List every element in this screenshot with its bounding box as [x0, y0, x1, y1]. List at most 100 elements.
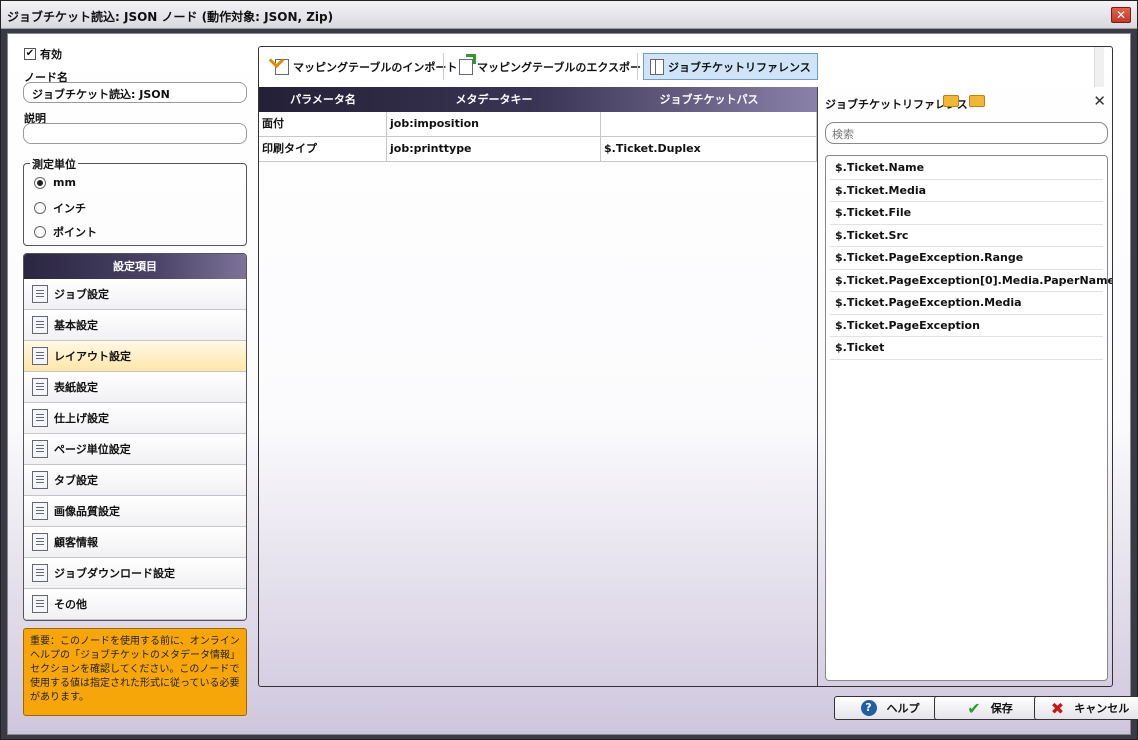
- unit-option-label: インチ: [53, 202, 86, 215]
- table-cell[interactable]: $.Ticket.Duplex: [601, 137, 817, 161]
- settings-item-download[interactable]: ジョブダウンロード設定: [24, 558, 246, 589]
- settings-item-label: タブ設定: [54, 474, 98, 487]
- table-cell[interactable]: 印刷タイプ: [259, 137, 387, 161]
- radio-button[interactable]: [34, 226, 46, 238]
- settings-item-label: その他: [54, 598, 87, 611]
- settings-item-layout[interactable]: レイアウト設定: [24, 341, 246, 372]
- ticket-reference-toggle[interactable]: ジョブチケットリファレンス: [643, 53, 818, 80]
- settings-item-label: 画像品質設定: [54, 505, 120, 518]
- unit-option-point[interactable]: ポイント: [34, 224, 97, 240]
- description-input[interactable]: [23, 123, 247, 144]
- export-mapping-label: マッピングテーブルのエクスポート: [477, 60, 653, 74]
- save-button-label: 保存: [990, 702, 1013, 715]
- list-item[interactable]: $.Ticket.Media: [830, 180, 1103, 202]
- column-header-parameter[interactable]: パラメータ名: [259, 87, 387, 112]
- cover-icon: [32, 378, 48, 396]
- settings-item-cover[interactable]: 表紙設定: [24, 372, 246, 403]
- check-icon: ✔: [967, 698, 981, 718]
- help-button[interactable]: ? ヘルプ: [834, 696, 946, 720]
- settings-item-image-quality[interactable]: 画像品質設定: [24, 496, 246, 527]
- dialog-body: ✔ 有効 ノード名 ジョブチケット読込: JSON 説明 測定単位 mm インチ…: [7, 33, 1138, 735]
- toolbar-scrollbar[interactable]: [1094, 47, 1104, 87]
- panel-icon: [650, 58, 664, 75]
- node-name-input[interactable]: ジョブチケット読込: JSON: [23, 82, 247, 103]
- unit-option-mm[interactable]: mm: [34, 176, 76, 189]
- other-icon: [32, 595, 48, 613]
- table-row[interactable]: 印刷タイプ job:printtype $.Ticket.Duplex: [259, 137, 817, 162]
- ticket-reference-label: ジョブチケットリファレンス: [668, 60, 811, 74]
- close-panel-icon[interactable]: ✕: [1093, 92, 1106, 110]
- open-folder-icon[interactable]: [943, 95, 959, 107]
- reference-list: $.Ticket.Name $.Ticket.Media $.Ticket.Fi…: [825, 155, 1112, 681]
- settings-item-page-level[interactable]: ページ単位設定: [24, 434, 246, 465]
- table-cell[interactable]: job:imposition: [387, 112, 601, 136]
- settings-item-other[interactable]: その他: [24, 589, 246, 620]
- panel-divider[interactable]: [817, 87, 818, 686]
- settings-item-customer[interactable]: 顧客情報: [24, 527, 246, 558]
- enabled-checkbox-row[interactable]: ✔ 有効: [24, 46, 62, 62]
- save-button[interactable]: ✔ 保存: [934, 696, 1046, 720]
- list-item[interactable]: $.Ticket.File: [830, 202, 1103, 225]
- list-item[interactable]: $.Ticket.PageException.Range: [830, 247, 1103, 270]
- toolbar-separator: [637, 53, 638, 80]
- close-button[interactable]: ✕: [1111, 7, 1131, 23]
- export-icon: [459, 58, 473, 75]
- settings-item-label: 基本設定: [54, 319, 98, 332]
- toolbar: マッピングテーブルのインポート マッピングテーブルのエクスポート ジョブチケット…: [259, 47, 1104, 87]
- dialog-window: ジョブチケット読込: JSON ノード (動作対象: JSON, Zip) ✕ …: [0, 0, 1138, 740]
- list-item[interactable]: $.Ticket.PageException: [830, 315, 1103, 337]
- list-item[interactable]: $.Ticket.PageException.Media: [830, 292, 1103, 315]
- settings-item-tab[interactable]: タブ設定: [24, 465, 246, 496]
- settings-item-label: 顧客情報: [54, 536, 98, 549]
- settings-item-basic[interactable]: 基本設定: [24, 310, 246, 341]
- tab-icon: [32, 471, 48, 489]
- title-bar: ジョブチケット読込: JSON ノード (動作対象: JSON, Zip) ✕: [1, 1, 1137, 29]
- settings-item-finishing[interactable]: 仕上げ設定: [24, 403, 246, 434]
- table-cell[interactable]: 面付: [259, 112, 387, 136]
- help-button-label: ヘルプ: [886, 702, 920, 715]
- download-icon: [32, 564, 48, 582]
- settings-header: 設定項目: [24, 254, 246, 279]
- import-mapping-button[interactable]: マッピングテーブルのインポート: [269, 53, 463, 80]
- table-cell[interactable]: [601, 112, 817, 136]
- document-icon: [32, 285, 48, 303]
- settings-item-label: レイアウト設定: [54, 350, 131, 363]
- list-item[interactable]: $.Ticket: [830, 337, 1103, 360]
- mapping-table: パラメータ名 メタデータキー ジョブチケットパス 面付 job:impositi…: [259, 87, 817, 162]
- measurement-unit-group: 測定単位 mm インチ ポイント: [23, 156, 247, 246]
- help-icon: ?: [860, 700, 877, 716]
- list-icon: [32, 316, 48, 334]
- mapping-panel: マッピングテーブルのインポート マッピングテーブルのエクスポート ジョブチケット…: [258, 46, 1113, 687]
- list-item[interactable]: $.Ticket.Name: [830, 157, 1103, 180]
- important-notice: 重要：このノードを使用する前に、オンラインヘルプの「ジョブチケットのメタデータ情…: [23, 628, 247, 716]
- settings-item-label: ジョブダウンロード設定: [54, 567, 175, 580]
- settings-item-job[interactable]: ジョブ設定: [24, 279, 246, 310]
- column-header-ticket-path[interactable]: ジョブチケットパス: [601, 87, 817, 112]
- import-mapping-label: マッピングテーブルのインポート: [293, 60, 458, 74]
- settings-item-label: ジョブ設定: [54, 288, 109, 301]
- import-icon: [275, 58, 289, 75]
- cancel-icon: ✖: [1050, 698, 1065, 718]
- unit-option-label: ポイント: [53, 226, 97, 239]
- image-icon: [32, 502, 48, 520]
- table-row[interactable]: 面付 job:imposition: [259, 112, 817, 137]
- table-cell[interactable]: job:printtype: [387, 137, 601, 161]
- list-item[interactable]: $.Ticket.Src: [830, 225, 1103, 247]
- export-mapping-button[interactable]: マッピングテーブルのエクスポート: [453, 53, 658, 80]
- enabled-checkbox[interactable]: ✔: [24, 48, 36, 60]
- search-input[interactable]: 検索: [825, 122, 1108, 144]
- column-header-metadata-key[interactable]: メタデータキー: [387, 87, 601, 112]
- radio-button[interactable]: [34, 202, 46, 214]
- settings-list: 設定項目 ジョブ設定 基本設定 レイアウト設定 表紙設定 仕上げ設定 ページ単位…: [23, 253, 247, 621]
- list-item[interactable]: $.Ticket.PageException[0].Media.PaperNam…: [830, 270, 1112, 292]
- settings-item-label: 仕上げ設定: [54, 412, 109, 425]
- delete-folder-icon[interactable]: [969, 95, 985, 107]
- layout-icon: [32, 347, 48, 365]
- enabled-label: 有効: [40, 48, 62, 61]
- settings-item-label: ページ単位設定: [54, 443, 131, 456]
- radio-button[interactable]: [34, 176, 46, 189]
- unit-option-inch[interactable]: インチ: [34, 200, 86, 216]
- cancel-button[interactable]: ✖ キャンセル: [1034, 696, 1138, 720]
- pages-icon: [32, 440, 48, 458]
- window-title: ジョブチケット読込: JSON ノード (動作対象: JSON, Zip): [7, 10, 334, 24]
